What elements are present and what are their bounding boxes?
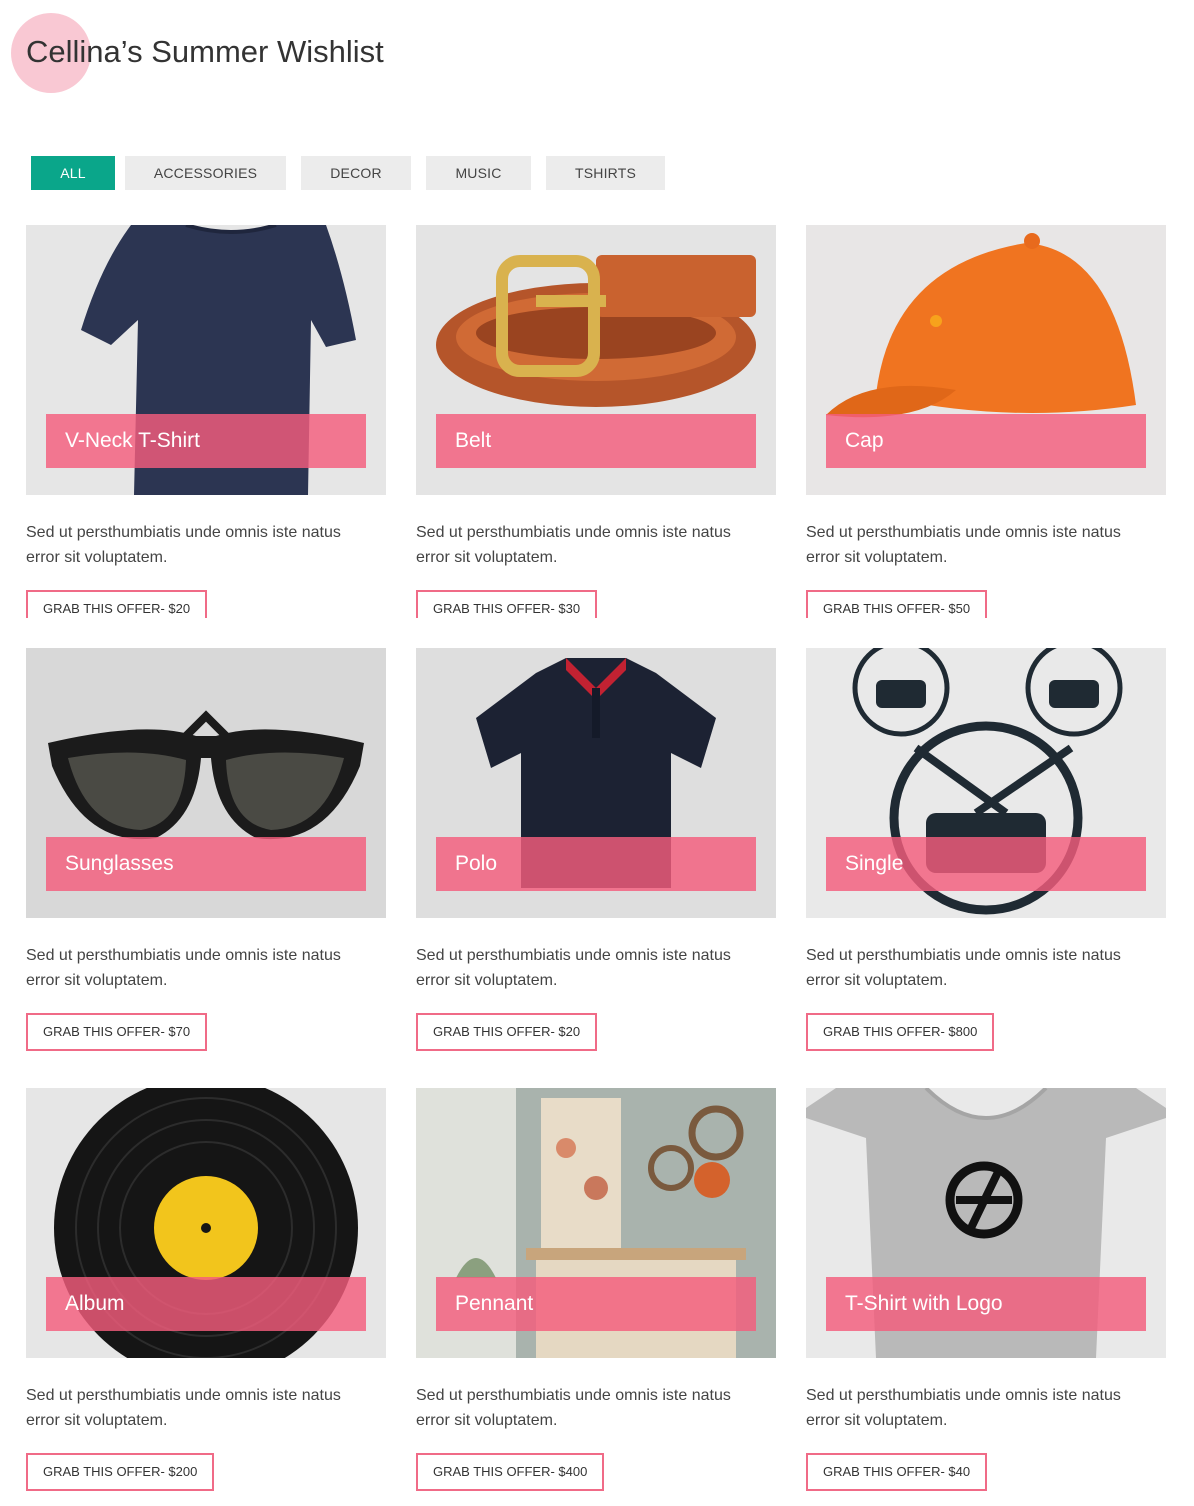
product-card: Album Sed ut persthumbiatis unde omnis i… [26, 1088, 386, 1491]
product-card: T-Shirt with Logo Sed ut persthumbiatis … [806, 1088, 1166, 1491]
product-name: Belt [436, 414, 756, 468]
product-name: T-Shirt with Logo [826, 1277, 1146, 1331]
product-name: Pennant [436, 1277, 756, 1331]
product-name: Sunglasses [46, 837, 366, 891]
grab-offer-button[interactable]: GRAB THIS OFFER- $50 [806, 590, 988, 618]
product-description: Sed ut persthumbiatis unde omnis iste na… [26, 524, 341, 566]
product-image: T-Shirt with Logo [806, 1088, 1166, 1358]
product-card: Belt Sed ut persthumbiatis unde omnis is… [416, 225, 776, 618]
product-image: Single [806, 648, 1166, 918]
product-card: Sunglasses Sed ut persthumbiatis unde om… [26, 648, 386, 1051]
product-image: Belt [416, 225, 776, 495]
product-image: Cap [806, 225, 1166, 495]
product-card: Single Sed ut persthumbiatis unde omnis … [806, 648, 1166, 1051]
product-image: Sunglasses [26, 648, 386, 918]
product-image: V-Neck T-Shirt [26, 225, 386, 495]
product-description: Sed ut persthumbiatis unde omnis iste na… [416, 947, 731, 989]
filter-tshirts[interactable]: TSHIRTS [546, 156, 665, 190]
product-description: Sed ut persthumbiatis unde omnis iste na… [806, 947, 1121, 989]
product-description: Sed ut persthumbiatis unde omnis iste na… [416, 1387, 731, 1429]
filter-accessories[interactable]: ACCESSORIES [125, 156, 286, 190]
filter-decor[interactable]: DECOR [301, 156, 411, 190]
product-description: Sed ut persthumbiatis unde omnis iste na… [806, 524, 1121, 566]
product-card: Cap Sed ut persthumbiatis unde omnis ist… [806, 225, 1166, 618]
product-name: V-Neck T-Shirt [46, 414, 366, 468]
grab-offer-button[interactable]: GRAB THIS OFFER- $400 [416, 1453, 605, 1491]
grab-offer-button[interactable]: GRAB THIS OFFER- $200 [26, 1453, 215, 1491]
product-name: Album [46, 1277, 366, 1331]
filter-all[interactable]: ALL [31, 156, 115, 190]
product-card: Pennant Sed ut persthumbiatis unde omnis… [416, 1088, 776, 1491]
product-name: Polo [436, 837, 756, 891]
product-description: Sed ut persthumbiatis unde omnis iste na… [416, 524, 731, 566]
grab-offer-button[interactable]: GRAB THIS OFFER- $20 [26, 590, 208, 618]
grab-offer-button[interactable]: GRAB THIS OFFER- $40 [806, 1453, 988, 1491]
grab-offer-button[interactable]: GRAB THIS OFFER- $20 [416, 1013, 598, 1051]
product-image: Pennant [416, 1088, 776, 1358]
product-name: Single [826, 837, 1146, 891]
product-description: Sed ut persthumbiatis unde omnis iste na… [26, 947, 341, 989]
product-card: Polo Sed ut persthumbiatis unde omnis is… [416, 648, 776, 1051]
grab-offer-button[interactable]: GRAB THIS OFFER- $30 [416, 590, 598, 618]
product-card: V-Neck T-Shirt Sed ut persthumbiatis und… [26, 225, 386, 618]
product-name: Cap [826, 414, 1146, 468]
page-title: Cellina’s Summer Wishlist [26, 34, 384, 69]
filter-music[interactable]: MUSIC [426, 156, 531, 190]
product-image: Polo [416, 648, 776, 918]
product-description: Sed ut persthumbiatis unde omnis iste na… [26, 1387, 341, 1429]
grab-offer-button[interactable]: GRAB THIS OFFER- $800 [806, 1013, 995, 1051]
product-image: Album [26, 1088, 386, 1358]
grab-offer-button[interactable]: GRAB THIS OFFER- $70 [26, 1013, 208, 1051]
product-description: Sed ut persthumbiatis unde omnis iste na… [806, 1387, 1121, 1429]
